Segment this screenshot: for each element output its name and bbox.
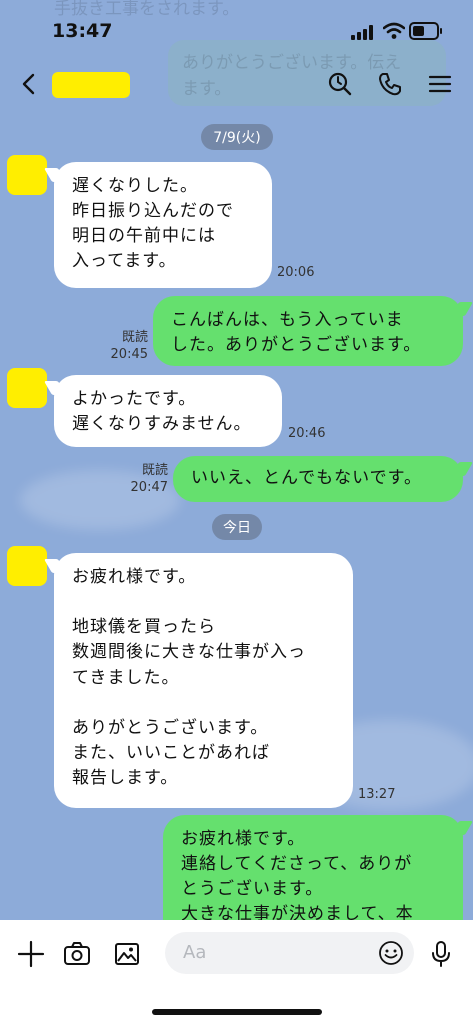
plus-icon[interactable] bbox=[17, 940, 45, 968]
avatar[interactable] bbox=[7, 368, 47, 408]
emoji-icon[interactable] bbox=[378, 940, 404, 966]
incoming-message[interactable]: 遅くなりした。 昨日振り込んだので 明日の午前中には 入ってます。 bbox=[54, 162, 272, 288]
incoming-message[interactable]: お疲れ様です。 地球儀を買ったら 数週間後に大きな仕事が入っ てきました。 あり… bbox=[54, 553, 353, 808]
chevron-left-icon[interactable] bbox=[16, 70, 44, 98]
input-placeholder: Aa bbox=[183, 942, 207, 963]
avatar[interactable] bbox=[7, 546, 47, 586]
incoming-message[interactable]: よかったです。 遅くなりすみません。 bbox=[54, 375, 282, 447]
read-receipt: 既読 bbox=[121, 330, 148, 345]
read-receipt: 既読 bbox=[141, 463, 168, 478]
date-separator: 7/9(火) bbox=[201, 124, 273, 150]
contact-name-redacted[interactable] bbox=[52, 72, 130, 98]
message-time: 20:45 bbox=[110, 347, 148, 362]
outgoing-message[interactable]: いいえ、とんでもないです。 bbox=[173, 456, 463, 502]
camera-icon[interactable] bbox=[63, 940, 91, 968]
date-separator: 今日 bbox=[212, 514, 262, 540]
menu-icon[interactable] bbox=[426, 70, 454, 98]
microphone-icon[interactable] bbox=[427, 940, 455, 968]
wifi-icon bbox=[383, 22, 405, 39]
message-time: 13:27 bbox=[358, 787, 396, 802]
outgoing-message[interactable]: こんばんは、もう入っていま した。ありがとうございます。 bbox=[153, 296, 463, 366]
phone-icon[interactable] bbox=[376, 70, 404, 98]
avatar[interactable] bbox=[7, 155, 47, 195]
signal-icon bbox=[351, 24, 377, 40]
battery-icon bbox=[409, 22, 442, 40]
image-icon[interactable] bbox=[113, 940, 141, 968]
chat-header bbox=[0, 56, 473, 112]
message-time: 20:46 bbox=[288, 426, 326, 441]
home-indicator bbox=[152, 1009, 322, 1015]
message-time: 20:06 bbox=[277, 265, 315, 280]
message-input[interactable]: Aa bbox=[165, 932, 414, 974]
ghost-text: 手抜き工事をされます。 bbox=[54, 0, 240, 19]
message-time: 20:47 bbox=[130, 480, 168, 495]
search-icon[interactable] bbox=[326, 70, 354, 98]
status-time: 13:47 bbox=[52, 20, 113, 42]
